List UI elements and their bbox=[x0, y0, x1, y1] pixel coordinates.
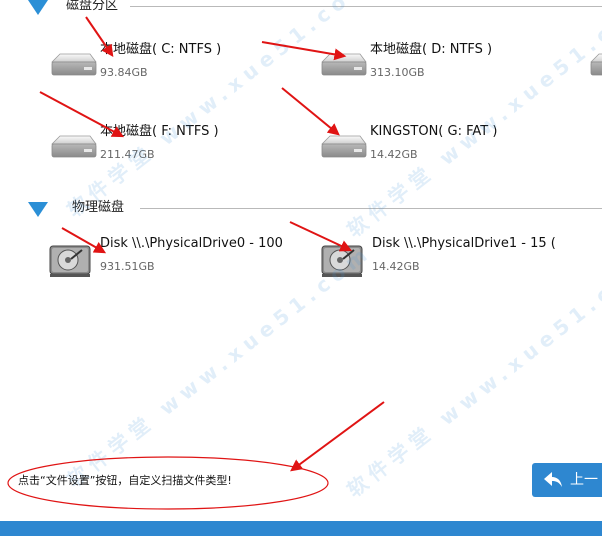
drive-d[interactable]: 本地磁盘( D: NTFS ) 313.10GB bbox=[316, 42, 516, 90]
collapse-triangle-icon[interactable] bbox=[28, 202, 48, 217]
physical-disk-icon bbox=[49, 245, 91, 277]
drive-size: 14.42GB bbox=[372, 260, 420, 273]
drive-name: 本地磁盘( C: NTFS ) bbox=[100, 42, 222, 57]
collapse-triangle-icon[interactable] bbox=[28, 0, 48, 15]
watermark: 软件学堂 www.xue51.com bbox=[62, 0, 377, 223]
prev-button[interactable]: 上一 bbox=[532, 463, 602, 497]
physical-section-title: 物理磁盘 bbox=[72, 200, 125, 215]
drive-g[interactable]: KINGSTON( G: FAT ) 14.42GB bbox=[316, 124, 516, 172]
prev-button-label: 上一 bbox=[570, 472, 598, 488]
hard-drive-icon bbox=[321, 135, 367, 158]
bottom-bar bbox=[0, 521, 602, 536]
drive-size: 14.42GB bbox=[370, 148, 418, 161]
hard-drive-icon bbox=[51, 135, 97, 158]
drive-size: 93.84GB bbox=[100, 66, 148, 79]
drive-f[interactable]: 本地磁盘( F: NTFS ) 211.47GB bbox=[46, 124, 246, 172]
section-divider bbox=[130, 6, 602, 7]
physical-drive-1[interactable]: Disk \\.\PhysicalDrive1 - 15 ( 14.42GB bbox=[318, 236, 562, 284]
partitions-section-title: 磁盘分区 bbox=[66, 0, 119, 13]
drive-name: KINGSTON( G: FAT ) bbox=[370, 124, 498, 139]
drive-name: Disk \\.\PhysicalDrive0 - 100 bbox=[100, 236, 283, 251]
drive-c[interactable]: 本地磁盘( C: NTFS ) 93.84GB bbox=[46, 42, 246, 90]
drive-name: 本地磁盘( D: NTFS ) bbox=[370, 42, 493, 57]
hard-drive-icon bbox=[590, 53, 602, 76]
physical-section-header: 物理磁盘 bbox=[0, 200, 602, 222]
hard-drive-icon bbox=[321, 53, 367, 76]
partitions-section-header: 磁盘分区 bbox=[0, 0, 602, 20]
drive-size: 931.51GB bbox=[100, 260, 155, 273]
annotation-arrow bbox=[290, 401, 385, 472]
drive-partial[interactable] bbox=[585, 42, 602, 90]
hard-drive-icon bbox=[51, 53, 97, 76]
back-arrow-icon bbox=[544, 472, 562, 487]
section-divider bbox=[140, 208, 602, 209]
physical-drive-0[interactable]: Disk \\.\PhysicalDrive0 - 100 931.51GB bbox=[46, 236, 290, 284]
drive-size: 211.47GB bbox=[100, 148, 155, 161]
drive-name: 本地磁盘( F: NTFS ) bbox=[100, 124, 219, 139]
hint-text: 点击“文件设置”按钮，自定义扫描文件类型! bbox=[18, 474, 232, 487]
drive-size: 313.10GB bbox=[370, 66, 425, 79]
drive-name: Disk \\.\PhysicalDrive1 - 15 ( bbox=[372, 236, 556, 251]
physical-disk-icon bbox=[321, 245, 363, 277]
